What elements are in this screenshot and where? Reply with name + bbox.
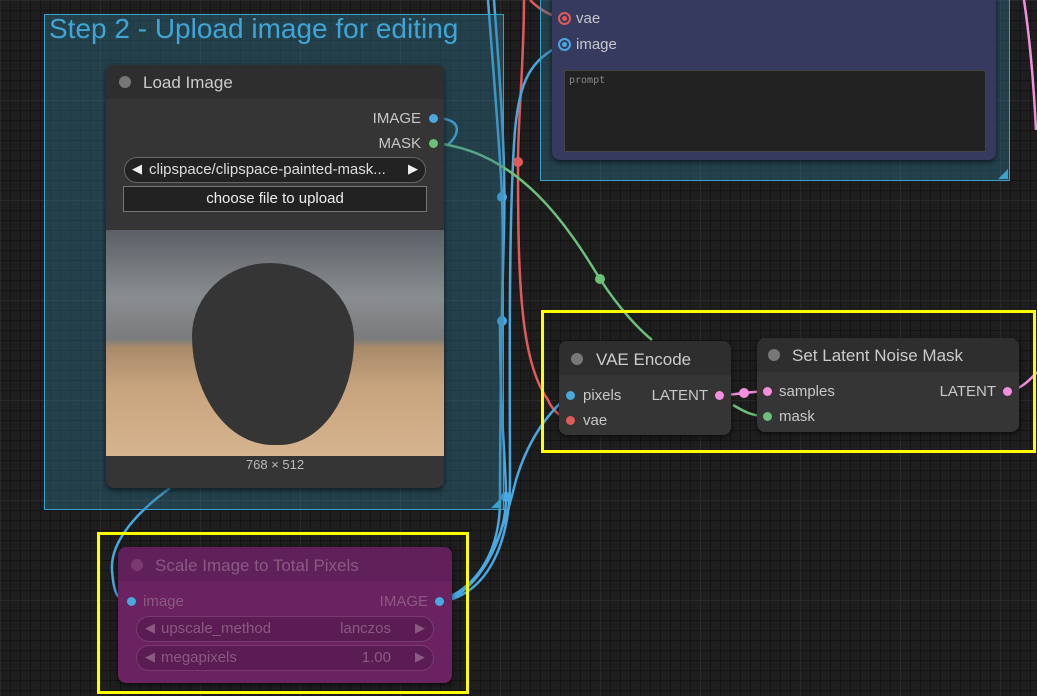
top-group-resize-handle[interactable] <box>998 169 1008 179</box>
node-title: Set Latent Noise Mask <box>792 346 964 365</box>
widget-right-arrow[interactable]: ▶ <box>415 649 425 665</box>
widget-label: upscale_method <box>161 620 272 637</box>
widget-label: megapixels <box>161 649 237 666</box>
image-output-dot[interactable] <box>429 114 438 123</box>
widget-right-arrow[interactable]: ▶ <box>415 620 425 636</box>
combo-right-arrow[interactable]: ▶ <box>408 161 418 177</box>
collapse-dot[interactable] <box>131 559 143 571</box>
image-output-label: IMAGE <box>379 593 428 610</box>
group-title: Step 2 - Upload image for editing <box>49 13 459 44</box>
latent-output-dot[interactable] <box>1003 387 1012 396</box>
mask-input-dot[interactable] <box>763 412 772 421</box>
latent-output-dot[interactable] <box>715 391 724 400</box>
vae-input-dot[interactable] <box>560 14 569 23</box>
latent-output-label: LATENT <box>939 383 996 400</box>
set-latent-noise-mask-node[interactable]: Set Latent Noise Mask samples mask LATEN… <box>757 338 1019 432</box>
node-header[interactable]: Scale Image to Total Pixels <box>118 547 452 581</box>
reroute-dot <box>595 274 605 284</box>
scale-image-node[interactable]: Scale Image to Total Pixels image IMAGE … <box>118 547 452 683</box>
image-input-dot[interactable] <box>127 597 136 606</box>
upload-button[interactable]: choose file to upload <box>123 186 427 212</box>
widget-value: lanczos <box>340 620 391 637</box>
image-input-label: image <box>576 36 617 53</box>
prompt-placeholder: prompt <box>569 75 606 86</box>
widget-left-arrow[interactable]: ◀ <box>145 649 155 665</box>
widget-value: 1.00 <box>361 649 391 666</box>
node-title: Scale Image to Total Pixels <box>155 556 359 575</box>
latent-output-label: LATENT <box>651 387 708 404</box>
prompt-textarea[interactable]: prompt <box>564 70 986 152</box>
combo-left-arrow[interactable]: ◀ <box>132 161 142 177</box>
image-combo[interactable]: ◀ clipspace/clipspace-painted-mask... ▶ <box>124 157 426 183</box>
collapse-dot[interactable] <box>119 76 131 88</box>
node-title: VAE Encode <box>596 350 692 369</box>
latent-link <box>1022 0 1037 131</box>
vae-input-dot[interactable] <box>566 416 575 425</box>
vae-input-label: vae <box>583 412 608 429</box>
reroute-dot <box>739 388 749 398</box>
combo-value: clipspace/clipspace-painted-mask... <box>149 161 386 178</box>
node-header[interactable]: VAE Encode <box>559 341 731 375</box>
megapixels-widget[interactable]: ◀ megapixels 1.00 ▶ <box>136 645 434 671</box>
load-image-node[interactable]: Load Image IMAGE MASK ◀ clipspace/clipsp… <box>106 65 444 488</box>
upscale-method-widget[interactable]: ◀ upscale_method lanczos ▶ <box>136 616 434 642</box>
collapse-dot[interactable] <box>571 353 583 365</box>
mask-output-dot[interactable] <box>429 139 438 148</box>
image-input-dot[interactable] <box>560 40 569 49</box>
reroute-dot <box>513 157 523 167</box>
pixels-input-label: pixels <box>583 387 622 404</box>
samples-input-label: samples <box>779 383 835 400</box>
collapse-dot[interactable] <box>768 349 780 361</box>
pixels-input-dot[interactable] <box>566 391 575 400</box>
node-header[interactable]: Set Latent Noise Mask <box>757 338 1019 372</box>
image-output-dot[interactable] <box>435 597 444 606</box>
image-dimensions: 768 × 512 <box>245 457 305 472</box>
image-output-label: IMAGE <box>372 110 421 127</box>
vae-input-label: vae <box>576 10 601 27</box>
widget-left-arrow[interactable]: ◀ <box>145 620 155 636</box>
samples-input-dot[interactable] <box>763 387 772 396</box>
mask-input-label: mask <box>779 408 815 425</box>
mask-shape <box>192 263 354 445</box>
mask-output-label: MASK <box>378 135 421 152</box>
vae-encode-node[interactable]: VAE Encode pixels vae LATENT <box>559 341 731 435</box>
prompt-node[interactable]: vae image prompt <box>552 0 996 160</box>
node-header[interactable]: Load Image <box>106 65 444 99</box>
node-title: Load Image <box>143 73 233 92</box>
group-resize-handle[interactable] <box>491 498 501 508</box>
image-input-label: image <box>143 593 184 610</box>
image-preview <box>106 230 444 456</box>
